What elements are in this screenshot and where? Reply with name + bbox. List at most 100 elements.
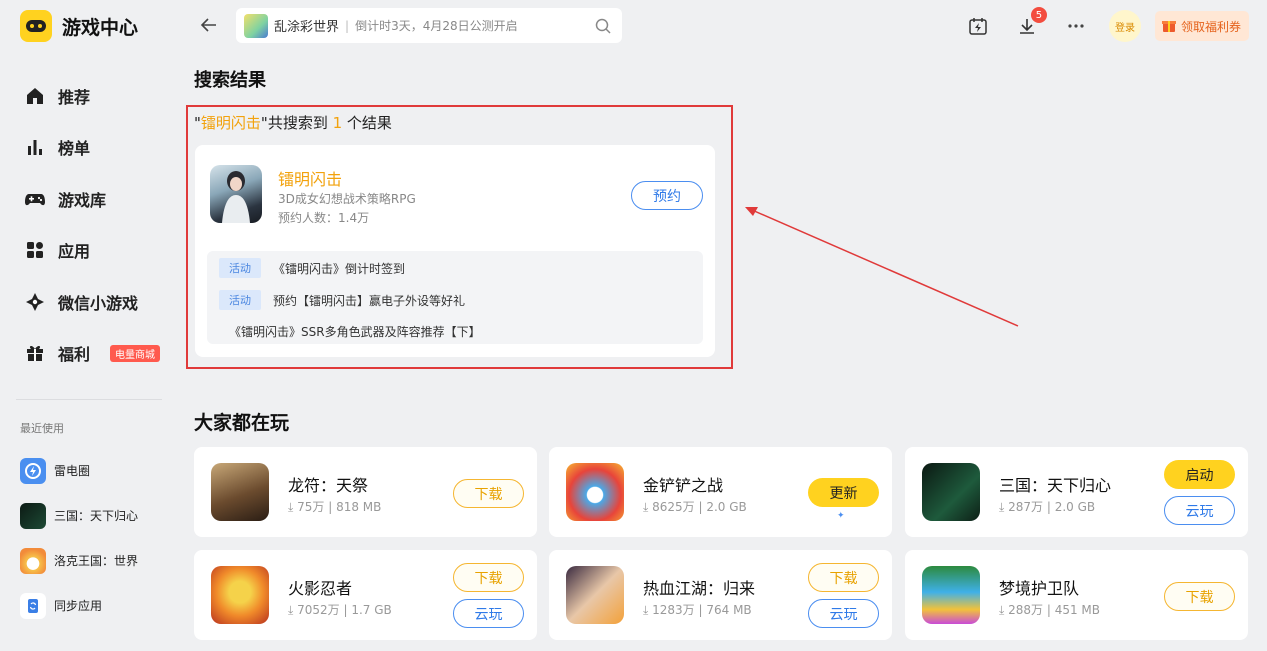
calendar-bolt-icon[interactable] bbox=[967, 15, 989, 37]
login-button[interactable]: 登录 bbox=[1108, 10, 1141, 42]
recent-item-label: 同步应用 bbox=[54, 599, 103, 613]
search-results-title: 搜索结果 bbox=[194, 70, 266, 91]
gift-box-icon bbox=[1161, 17, 1177, 36]
game-icon-mengjing bbox=[922, 566, 980, 624]
game-players: 1283万 bbox=[652, 603, 695, 617]
sparkle-icon: ✦ bbox=[837, 511, 845, 521]
gift-icon bbox=[24, 342, 46, 364]
gamepad-icon bbox=[24, 188, 46, 210]
activity-item[interactable]: 《镭明闪击》SSR多角色武器及阵容推荐【下】 bbox=[229, 323, 481, 340]
game-name[interactable]: 三国：天下归心 bbox=[999, 472, 1111, 496]
coupon-label: 领取福利券 bbox=[1180, 19, 1241, 34]
sidebar-item-label: 推荐 bbox=[58, 87, 91, 107]
game-name[interactable]: 金铲铲之战 bbox=[643, 472, 723, 496]
search-game-name: 乱涂彩世界 bbox=[274, 20, 340, 35]
recent-list: 雷电圈 三国：天下归心 洛克王国：世界 同步应用 bbox=[20, 448, 138, 628]
cloud-play-button[interactable]: 云玩 bbox=[808, 599, 879, 628]
result-summary: "镭明闪击"共搜索到 1 个结果 bbox=[194, 112, 392, 133]
sidebar-divider bbox=[16, 399, 162, 400]
activity-item[interactable]: 活动 《镭明闪击》倒计时签到 bbox=[219, 258, 405, 278]
more-icon[interactable] bbox=[1065, 15, 1087, 37]
sidebar-item-apps[interactable]: 应用 bbox=[24, 225, 160, 277]
game-meta: ⤓ 8625万 | 2.0 GB bbox=[643, 500, 747, 514]
result-card[interactable]: 镭明闪击 3D成女幻想战术策略RPG 预约人数：1.4万 预约 活动 《镭明闪击… bbox=[195, 145, 715, 357]
gamepad-logo-icon bbox=[20, 10, 52, 42]
sidebar-item-library[interactable]: 游戏库 bbox=[24, 173, 160, 225]
game-card[interactable]: 梦境护卫队 ⤓ 288万 | 451 MB 下载 bbox=[905, 550, 1248, 640]
activity-tag: 活动 bbox=[219, 290, 261, 310]
result-game-name[interactable]: 镭明闪击 bbox=[278, 166, 342, 190]
sidebar-nav: 推荐 榜单 游戏库 应用 微信小游戏 福利 电量商城 bbox=[24, 70, 161, 380]
game-card[interactable]: 龙符：天祭 ⤓ 75万 | 818 MB 下载 bbox=[194, 447, 537, 537]
game-players: 287万 bbox=[1008, 500, 1044, 514]
recent-item-leidianquan[interactable]: 雷电圈 bbox=[20, 448, 138, 493]
search-bar[interactable]: 乱涂彩世界 | 倒计时3天，4月28日公测开启 bbox=[236, 8, 622, 43]
game-icon-sanguo bbox=[922, 463, 980, 521]
download-count-badge: 5 bbox=[1030, 7, 1047, 23]
sidebar-item-welfare[interactable]: 福利 电量商城 bbox=[24, 328, 161, 380]
activity-list: 活动 《镭明闪击》倒计时签到 活动 预约【镭明闪击】赢电子外设等好礼 《镭明闪击… bbox=[207, 251, 703, 344]
sidebar-item-label: 游戏库 bbox=[58, 190, 107, 210]
reserve-button[interactable]: 预约 bbox=[631, 181, 703, 210]
game-meta: ⤓ 287万 | 2.0 GB bbox=[999, 500, 1096, 514]
activity-text: 预约【镭明闪击】赢电子外设等好礼 bbox=[273, 293, 466, 308]
game-card[interactable]: 金铲铲之战 ⤓ 8625万 | 2.0 GB 更新 ✦ bbox=[549, 447, 892, 537]
activity-text: 《镭明闪击》SSR多角色武器及阵容推荐【下】 bbox=[229, 325, 481, 339]
download-button[interactable]: 下载 bbox=[808, 563, 879, 592]
game-icon-jinchanchan bbox=[566, 463, 624, 521]
summary-mid: "共搜索到 bbox=[260, 114, 333, 132]
game-name[interactable]: 热血江湖：归来 bbox=[643, 575, 755, 599]
game-meta: ⤓ 288万 | 451 MB bbox=[999, 603, 1101, 617]
game-size: 2.0 GB bbox=[706, 500, 747, 514]
search-icon[interactable] bbox=[594, 17, 612, 35]
activity-item[interactable]: 活动 预约【镭明闪击】赢电子外设等好礼 bbox=[219, 290, 465, 310]
activity-tag: 活动 bbox=[219, 258, 261, 278]
recent-item-sanguo[interactable]: 三国：天下归心 bbox=[20, 493, 138, 538]
bar-chart-icon bbox=[24, 136, 46, 158]
result-count: 1 bbox=[332, 114, 343, 132]
sidebar-item-label: 福利 bbox=[58, 345, 91, 365]
home-icon bbox=[24, 85, 46, 107]
sidebar: 游戏中心 推荐 榜单 游戏库 应用 微信小游戏 福利 电量商城 最近使用 雷电圈… bbox=[0, 0, 178, 651]
sidebar-item-ranking[interactable]: 榜单 bbox=[24, 122, 160, 174]
game-card[interactable]: 热血江湖：归来 ⤓ 1283万 | 764 MB 下载 云玩 bbox=[549, 550, 892, 640]
summary-suffix: 个结果 bbox=[342, 114, 392, 132]
recent-item-label: 洛克王国：世界 bbox=[54, 554, 139, 568]
game-meta: ⤓ 1283万 | 764 MB bbox=[643, 603, 752, 617]
game-card[interactable]: 火影忍者 ⤓ 7052万 | 1.7 GB 下载 云玩 bbox=[194, 550, 537, 640]
recent-item-sync[interactable]: 同步应用 bbox=[20, 583, 138, 628]
search-game-thumbnail bbox=[244, 13, 268, 38]
game-name[interactable]: 火影忍者 bbox=[288, 575, 352, 599]
sidebar-item-label: 榜单 bbox=[58, 139, 91, 159]
cloud-play-button[interactable]: 云玩 bbox=[1164, 496, 1235, 525]
cloud-play-button[interactable]: 云玩 bbox=[453, 599, 524, 628]
activity-text: 《镭明闪击》倒计时签到 bbox=[273, 261, 406, 276]
game-card[interactable]: 三国：天下归心 ⤓ 287万 | 2.0 GB 启动 云玩 bbox=[905, 447, 1248, 537]
game-icon-naruto bbox=[211, 566, 269, 624]
result-game-subtitle: 3D成女幻想战术策略RPG bbox=[278, 192, 416, 206]
back-arrow-icon[interactable] bbox=[198, 14, 220, 36]
game-size: 764 MB bbox=[706, 603, 752, 617]
launch-button[interactable]: 启动 bbox=[1164, 460, 1235, 489]
download-button[interactable]: 下载 bbox=[453, 563, 524, 592]
game-size: 2.0 GB bbox=[1054, 500, 1096, 514]
update-button[interactable]: 更新 bbox=[808, 478, 879, 507]
recent-item-roco[interactable]: 洛克王国：世界 bbox=[20, 538, 138, 583]
download-icon[interactable]: 5 bbox=[1016, 7, 1047, 37]
game-meta: ⤓ 75万 | 818 MB bbox=[288, 500, 382, 514]
download-button[interactable]: 下载 bbox=[453, 479, 524, 508]
result-reservation-count: 预约人数：1.4万 bbox=[278, 211, 370, 225]
brand[interactable]: 游戏中心 bbox=[20, 10, 138, 42]
welfare-badge: 电量商城 bbox=[110, 344, 161, 362]
sanguo-icon bbox=[20, 502, 46, 529]
apps-grid-icon bbox=[24, 239, 46, 261]
sidebar-item-recommend[interactable]: 推荐 bbox=[24, 70, 160, 122]
game-name[interactable]: 龙符：天祭 bbox=[288, 472, 368, 496]
game-icon-rexue bbox=[566, 566, 624, 624]
sidebar-item-wechat-games[interactable]: 微信小游戏 bbox=[24, 276, 160, 328]
download-button[interactable]: 下载 bbox=[1164, 582, 1235, 611]
claim-coupon-button[interactable]: 领取福利券 bbox=[1154, 11, 1249, 41]
game-name[interactable]: 梦境护卫队 bbox=[999, 575, 1079, 599]
game-meta: ⤓ 7052万 | 1.7 GB bbox=[288, 603, 392, 617]
game-icon-leiming bbox=[210, 165, 262, 223]
